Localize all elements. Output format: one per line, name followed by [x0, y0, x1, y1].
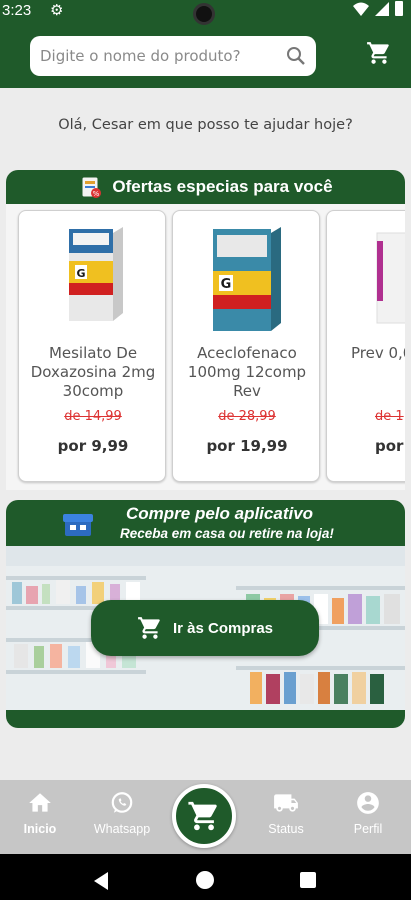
svg-text:G: G	[76, 267, 85, 280]
battery-icon	[395, 1, 403, 16]
back-icon[interactable]	[94, 872, 108, 890]
store-icon	[63, 514, 93, 536]
app-header: 3:23 ⚙	[0, 0, 411, 88]
product-price: por 19,99	[206, 437, 288, 455]
truck-icon	[274, 794, 298, 812]
greeting-text: Olá, Cesar em que posso te ajudar hoje?	[58, 117, 353, 133]
search-bar[interactable]	[30, 36, 316, 76]
product-name: Prev 0,075mg 6	[351, 344, 405, 362]
product-price: por	[375, 437, 404, 455]
nav-item-status[interactable]: Status	[246, 790, 326, 836]
app-promo-banner: Compre pelo aplicativo Receba em casa ou…	[6, 500, 405, 728]
status-bar: 3:23 ⚙	[0, 0, 411, 25]
product-price: por 9,99	[57, 437, 129, 455]
status-icons	[353, 1, 403, 16]
home-icon	[29, 793, 51, 812]
wifi-icon	[353, 2, 369, 16]
offers-carousel[interactable]: G Mesilato De Doxazosina 2mg 30comp de 1…	[6, 204, 405, 490]
promo-tag-icon: %	[81, 176, 102, 198]
nav-label: Inicio	[23, 822, 57, 836]
svg-text:G: G	[221, 277, 232, 292]
product-image	[376, 232, 405, 324]
product-name: Aceclofenaco 100mg 12comp Rev	[187, 344, 307, 400]
nav-item-whatsapp[interactable]: Whatsapp	[82, 790, 162, 836]
cart-icon	[188, 801, 217, 831]
product-card[interactable]: G Aceclofenaco 100mg 12comp Rev de 28,99…	[172, 210, 320, 482]
nav-cart-button[interactable]	[172, 784, 236, 848]
product-old-price: de 14,99	[64, 409, 122, 424]
promo-title: Compre pelo aplicativo	[126, 504, 314, 523]
go-shopping-button[interactable]: Ir às Compras	[91, 600, 319, 656]
product-name: Mesilato De Doxazosina 2mg 30comp	[30, 344, 156, 400]
recent-apps-icon[interactable]	[300, 872, 316, 888]
system-navigation-bar	[0, 854, 411, 900]
product-old-price: de 28,99	[218, 409, 276, 424]
signal-icon	[375, 1, 389, 16]
cart-icon	[138, 617, 160, 639]
go-shopping-label: Ir às Compras	[172, 619, 274, 637]
product-card[interactable]: Prev 0,075mg 6 de 1 por	[326, 210, 405, 482]
promo-subtitle: Receba em casa ou retire na loja!	[120, 526, 334, 541]
offers-title: Ofertas especias para você	[112, 177, 333, 196]
product-image: G	[213, 227, 281, 331]
nav-label: Whatsapp	[93, 822, 151, 836]
nav-label: Status	[268, 822, 304, 836]
offers-header: % Ofertas especias para você	[6, 170, 405, 204]
product-image: G	[69, 227, 123, 321]
account-icon	[357, 792, 379, 814]
product-card[interactable]: G Mesilato De Doxazosina 2mg 30comp de 1…	[18, 210, 166, 482]
nav-item-inicio[interactable]: Inicio	[0, 790, 80, 836]
svg-text:%: %	[93, 190, 100, 198]
status-time: 3:23	[2, 2, 32, 19]
cart-icon[interactable]	[366, 40, 392, 66]
search-icon[interactable]	[286, 46, 306, 66]
search-input[interactable]	[40, 47, 286, 65]
camera-cutout	[193, 3, 215, 25]
nav-item-perfil[interactable]: Perfil	[328, 790, 408, 836]
gear-icon: ⚙	[50, 1, 64, 19]
whatsapp-icon	[111, 792, 133, 813]
nav-label: Perfil	[353, 822, 383, 836]
home-button-icon[interactable]	[196, 871, 214, 889]
product-old-price: de 1	[375, 409, 404, 424]
